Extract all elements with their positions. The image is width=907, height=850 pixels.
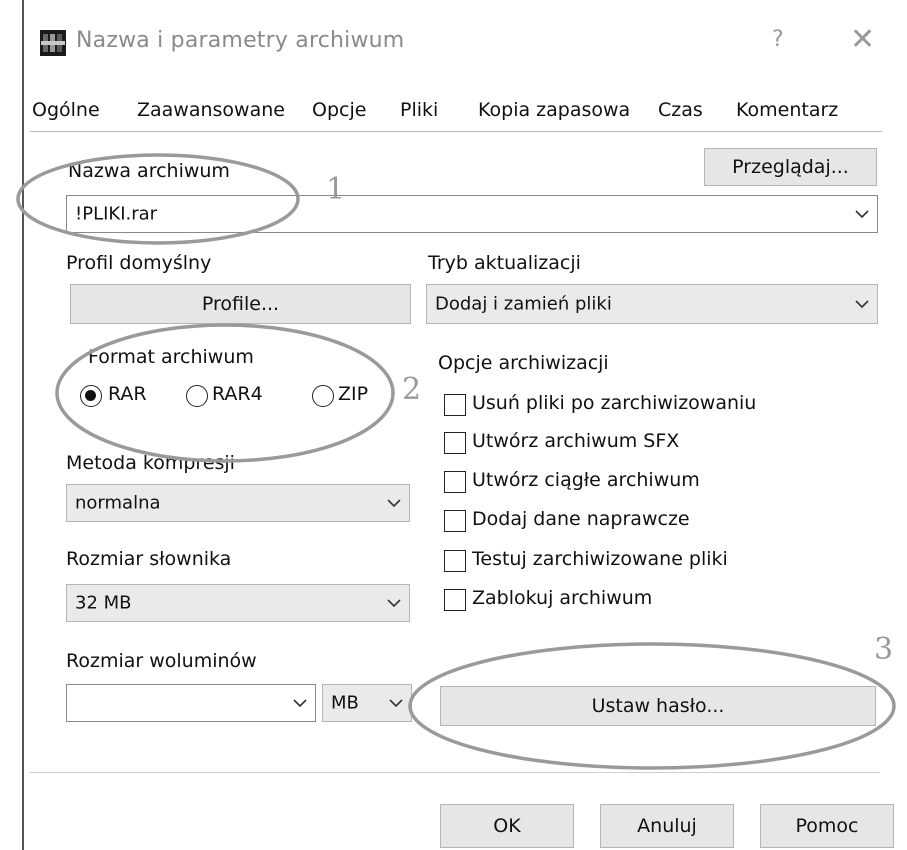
radio-selected-dot <box>85 390 96 401</box>
dictionary-size-label: Rozmiar słownika <box>66 548 232 570</box>
chevron-down-icon[interactable] <box>387 498 401 508</box>
tab-advanced[interactable]: Zaawansowane <box>137 90 285 130</box>
volume-size-combo[interactable] <box>66 684 316 722</box>
volume-unit-value: MB <box>331 692 359 714</box>
archiving-options-label: Opcje archiwizacji <box>438 352 609 374</box>
update-mode-label: Tryb aktualizacji <box>428 252 581 274</box>
window-title: Nazwa i parametry archiwum <box>76 28 405 53</box>
checkbox-solid-label[interactable]: Utwórz ciągłe archiwum <box>472 469 700 491</box>
update-mode-value: Dodaj i zamień pliki <box>435 293 612 315</box>
dictionary-size-select[interactable]: 32 MB <box>66 584 410 622</box>
tab-backup[interactable]: Kopia zapasowa <box>478 90 630 130</box>
update-mode-select[interactable]: Dodaj i zamień pliki <box>426 284 878 324</box>
checkbox-test-label[interactable]: Testuj zarchiwizowane pliki <box>472 548 728 570</box>
archive-name-value: !PLIKI.rar <box>75 203 158 225</box>
compression-method-value: normalna <box>75 492 161 514</box>
compression-method-select[interactable]: normalna <box>66 484 410 522</box>
browse-button[interactable]: Przeglądaj... <box>704 148 877 186</box>
archive-name-combo[interactable]: !PLIKI.rar <box>66 195 878 233</box>
volume-unit-select[interactable]: MB <box>322 684 412 722</box>
compression-method-label: Metoda kompresji <box>66 452 235 474</box>
radio-zip-label[interactable]: ZIP <box>338 383 368 405</box>
checkbox-lock[interactable] <box>444 589 466 611</box>
close-icon[interactable]: ✕ <box>850 22 875 57</box>
set-password-button[interactable]: Ustaw hasło... <box>440 686 876 726</box>
tab-comment[interactable]: Komentarz <box>736 90 838 130</box>
tab-files[interactable]: Pliki <box>400 90 438 130</box>
radio-rar[interactable] <box>80 385 102 407</box>
checkbox-test[interactable] <box>444 550 466 572</box>
archive-name-label: Nazwa archiwum <box>68 160 230 182</box>
tab-time[interactable]: Czas <box>658 90 703 130</box>
left-border <box>22 0 24 850</box>
ok-button[interactable]: OK <box>440 804 574 848</box>
annotation-number-2: 2 <box>402 372 422 407</box>
radio-rar4-label[interactable]: RAR4 <box>212 383 263 405</box>
help-button[interactable]: Pomoc <box>760 804 894 848</box>
checkbox-delete-files-label[interactable]: Usuń pliki po zarchiwizowaniu <box>472 392 756 414</box>
profile-button[interactable]: Profile... <box>70 284 411 324</box>
tab-general[interactable]: Ogólne <box>32 90 100 130</box>
checkbox-sfx[interactable] <box>444 432 466 454</box>
winrar-books-icon <box>40 30 66 56</box>
help-icon[interactable]: ? <box>772 27 784 52</box>
tab-options[interactable]: Opcje <box>312 90 366 130</box>
tab-strip: Ogólne Zaawansowane Opcje Pliki Kopia za… <box>30 90 875 134</box>
chevron-down-icon[interactable] <box>387 598 401 608</box>
annotation-number-3: 3 <box>874 632 894 667</box>
volume-size-label: Rozmiar woluminów <box>66 650 257 672</box>
radio-zip[interactable] <box>312 385 334 407</box>
checkbox-delete-files[interactable] <box>444 394 466 416</box>
chevron-down-icon[interactable] <box>855 209 869 219</box>
checkbox-lock-label[interactable]: Zablokuj archiwum <box>472 587 652 609</box>
chevron-down-icon[interactable] <box>293 698 307 708</box>
annotation-number-1: 1 <box>326 172 346 207</box>
chevron-down-icon[interactable] <box>389 698 403 708</box>
archive-format-label: Format archiwum <box>88 346 254 368</box>
checkbox-recovery-label[interactable]: Dodaj dane naprawcze <box>472 508 690 530</box>
cancel-button[interactable]: Anuluj <box>600 804 734 848</box>
radio-rar-label[interactable]: RAR <box>108 383 147 405</box>
footer-separator <box>30 772 880 773</box>
profile-label: Profil domyślny <box>66 252 212 274</box>
checkbox-recovery[interactable] <box>444 510 466 532</box>
chevron-down-icon[interactable] <box>855 299 869 309</box>
radio-rar4[interactable] <box>186 385 208 407</box>
dictionary-size-value: 32 MB <box>75 592 132 614</box>
checkbox-solid[interactable] <box>444 471 466 493</box>
checkbox-sfx-label[interactable]: Utwórz archiwum SFX <box>472 430 679 452</box>
